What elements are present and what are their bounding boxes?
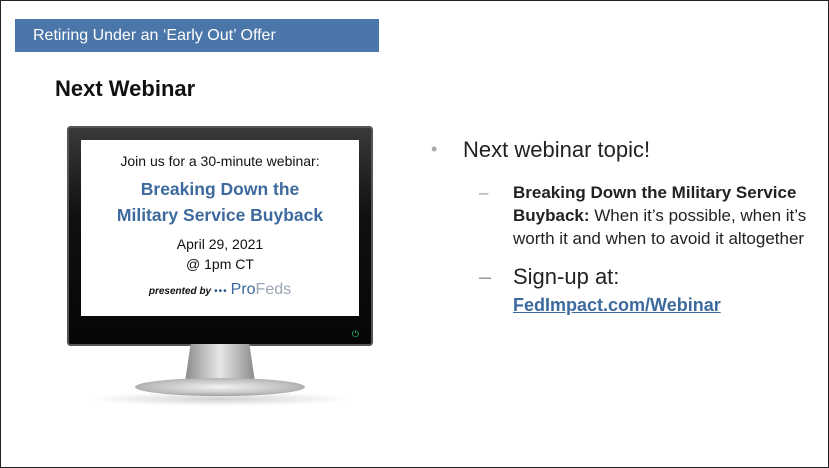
dash-icon: – [479, 264, 492, 289]
screen-intro: Join us for a 30-minute webinar: [120, 153, 320, 169]
screen-time: @ 1pm CT [186, 256, 254, 272]
sub-bullet-signup: – Sign-up at: FedImpact.com/Webinar [431, 264, 811, 318]
monitor-illustration: Join us for a 30-minute webinar: Breakin… [67, 126, 373, 416]
bullet-list: • Next webinar topic! – Breaking Down th… [431, 137, 811, 318]
presented-by-logo: presented by ••• ProFeds [81, 281, 359, 299]
screen-headline-line1: Breaking Down the [140, 179, 300, 199]
monitor-stand-neck [185, 344, 255, 382]
monitor-frame: Join us for a 30-minute webinar: Breakin… [67, 126, 373, 346]
profeds-dots-icon: ••• [214, 286, 228, 297]
sub-bullet-signup-text: Sign-up at: [513, 264, 620, 289]
monitor-shadow [87, 392, 353, 406]
presented-by-text: presented by [148, 286, 212, 297]
bullet-dot-icon: • [431, 139, 438, 159]
brand-pro: Pro [230, 281, 256, 298]
screen-headline: Breaking Down the Military Service Buyba… [81, 176, 359, 228]
slide-title: Next Webinar [55, 76, 196, 101]
sub-bullet-topic: – Breaking Down the Military Service Buy… [431, 181, 811, 250]
section-banner: Retiring Under an ‘Early Out’ Offer [15, 19, 379, 52]
screen-date-block: April 29, 2021 @ 1pm CT [81, 234, 359, 274]
bullet-main-text: Next webinar topic! [463, 137, 651, 162]
signup-link[interactable]: FedImpact.com/Webinar [513, 292, 811, 318]
slide: Retiring Under an ‘Early Out’ Offer Next… [0, 0, 829, 468]
screen-date: April 29, 2021 [176, 236, 264, 252]
banner-label: Retiring Under an ‘Early Out’ Offer [33, 26, 276, 44]
power-icon: ⏻ [351, 329, 359, 339]
screen-headline-line2: Military Service Buyback [116, 205, 324, 225]
monitor-screen: Join us for a 30-minute webinar: Breakin… [81, 140, 359, 316]
dash-icon: – [479, 183, 489, 202]
brand-feds: Feds [255, 281, 292, 298]
bullet-main: • Next webinar topic! [431, 137, 811, 163]
